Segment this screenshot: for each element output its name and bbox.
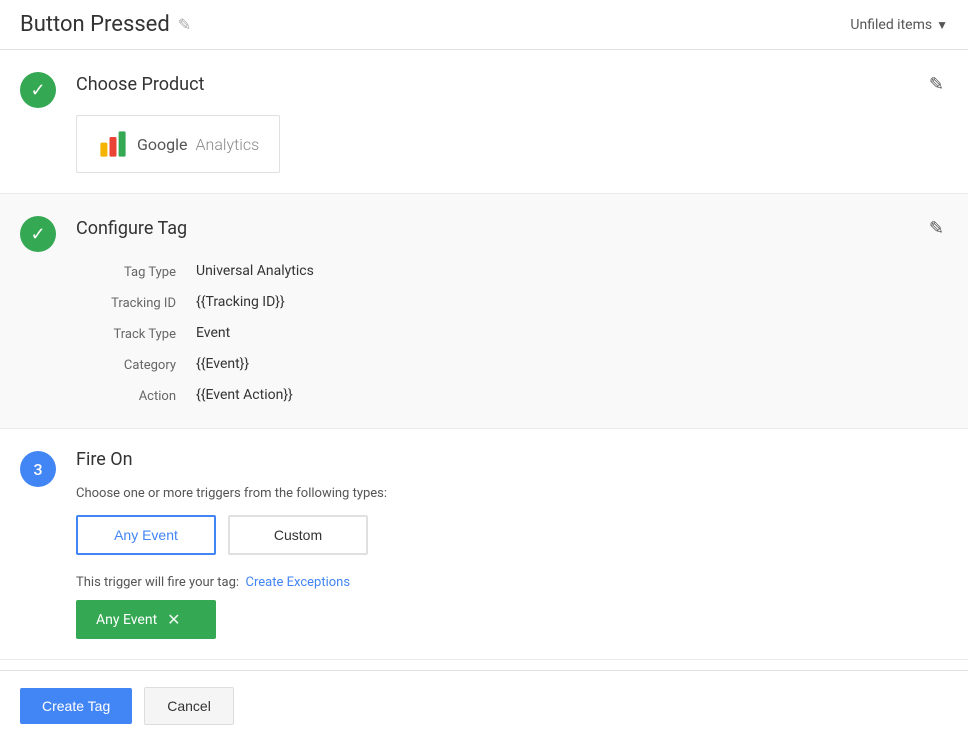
step3-indicator: 3: [20, 451, 56, 487]
track-type-value: Event: [196, 325, 948, 342]
step3-number: 3: [33, 460, 42, 479]
configure-tag-section: ✓ Configure Tag ✎ Tag Type Universal Ana…: [0, 194, 968, 429]
step2-indicator: ✓: [20, 216, 56, 252]
google-text: Google: [137, 135, 188, 154]
remove-trigger-icon[interactable]: ✕: [167, 610, 180, 629]
main-content: ✓ Choose Product ✎ Google: [0, 50, 968, 670]
trigger-note: This trigger will fire your tag: Create …: [76, 575, 948, 590]
title-text: Button Pressed: [20, 12, 170, 37]
category-value: {{Event}}: [196, 356, 948, 373]
trigger-note-text: This trigger will fire your tag:: [76, 575, 239, 590]
choose-product-title: Choose Product: [76, 74, 204, 95]
unfiled-items-label: Unfiled items: [850, 17, 932, 33]
checkmark-icon: ✓: [30, 80, 45, 101]
choose-product-header: Choose Product ✎: [76, 70, 948, 99]
page-title: Button Pressed ✎: [20, 12, 191, 37]
tag-type-label: Tag Type: [76, 263, 196, 280]
ga-logo: [97, 128, 129, 160]
fire-on-title: Fire On: [76, 449, 133, 470]
unfiled-items-button[interactable]: Unfiled items ▼: [850, 17, 948, 33]
title-edit-icon[interactable]: ✎: [178, 15, 191, 34]
configure-tag-body: Configure Tag ✎ Tag Type Universal Analy…: [76, 214, 948, 408]
checkmark-icon-2: ✓: [30, 224, 45, 245]
tag-type-value: Universal Analytics: [196, 263, 948, 280]
bottom-bar: Create Tag Cancel: [0, 670, 968, 741]
product-box: Google Analytics: [76, 115, 280, 173]
tag-config-table: Tag Type Universal Analytics Tracking ID…: [76, 259, 948, 408]
fire-on-section: 3 Fire On Choose one or more triggers fr…: [0, 429, 968, 660]
analytics-text: Analytics: [196, 135, 260, 154]
choose-product-body: Choose Product ✎ Google Analytics: [76, 70, 948, 173]
trigger-buttons-group: Any Event Custom: [76, 515, 948, 555]
top-bar: Button Pressed ✎ Unfiled items ▼: [0, 0, 968, 50]
choose-product-edit-icon[interactable]: ✎: [925, 70, 948, 99]
tracking-id-label: Tracking ID: [76, 294, 196, 311]
track-type-label: Track Type: [76, 325, 196, 342]
fire-on-description: Choose one or more triggers from the fol…: [76, 486, 948, 501]
choose-product-section: ✓ Choose Product ✎ Google: [0, 50, 968, 194]
fire-on-body: Fire On Choose one or more triggers from…: [76, 449, 948, 639]
any-event-trigger-button[interactable]: Any Event: [76, 515, 216, 555]
create-tag-button[interactable]: Create Tag: [20, 688, 132, 724]
create-exceptions-link[interactable]: Create Exceptions: [246, 575, 351, 590]
action-value: {{Event Action}}: [196, 387, 948, 404]
fire-on-header: Fire On: [76, 449, 948, 470]
action-label: Action: [76, 387, 196, 404]
configure-tag-edit-icon[interactable]: ✎: [925, 214, 948, 243]
cancel-button[interactable]: Cancel: [144, 687, 234, 725]
custom-trigger-button[interactable]: Custom: [228, 515, 368, 555]
category-label: Category: [76, 356, 196, 373]
selected-trigger-label: Any Event: [96, 612, 157, 628]
configure-tag-header: Configure Tag ✎: [76, 214, 948, 243]
tracking-id-value: {{Tracking ID}}: [196, 294, 948, 311]
page-wrapper: Button Pressed ✎ Unfiled items ▼ ✓ Choos…: [0, 0, 968, 741]
configure-tag-title: Configure Tag: [76, 218, 187, 239]
chevron-down-icon: ▼: [936, 18, 948, 32]
selected-trigger-badge: Any Event ✕: [76, 600, 216, 639]
step1-indicator: ✓: [20, 72, 56, 108]
